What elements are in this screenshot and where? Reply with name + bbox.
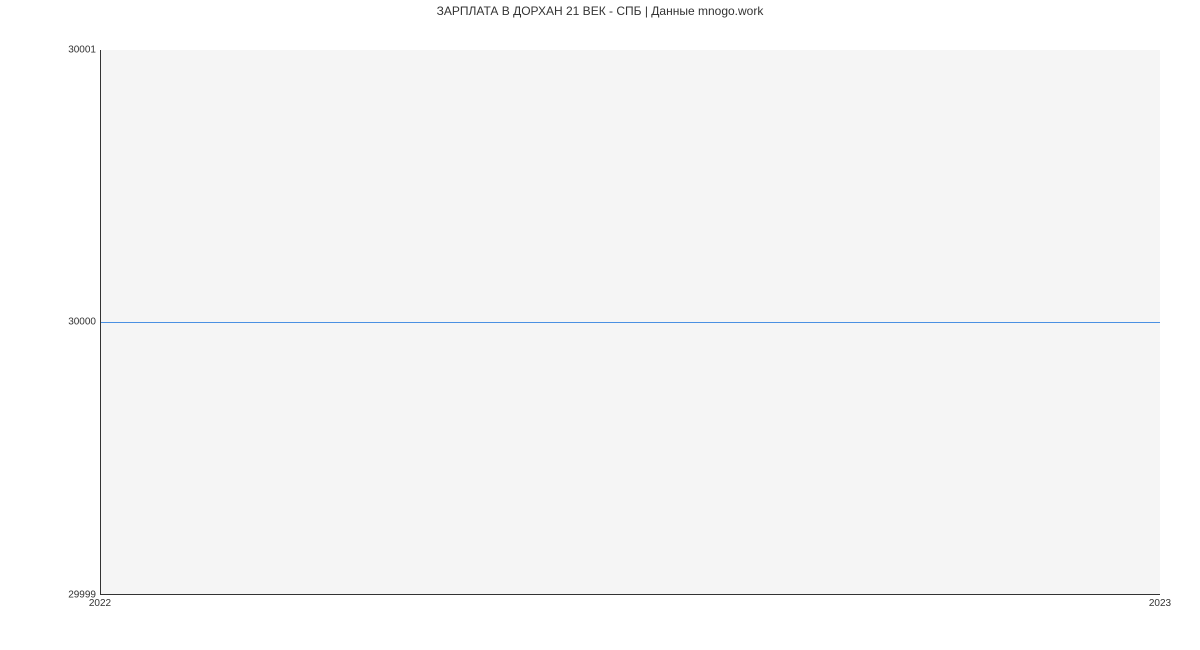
data-line [101, 322, 1160, 323]
plot-area [100, 50, 1160, 595]
y-tick-label: 30001 [6, 45, 96, 56]
x-tick-label: 2022 [89, 598, 111, 609]
chart-title: ЗАРПЛАТА В ДОРХАН 21 ВЕК - СПБ | Данные … [0, 4, 1200, 18]
x-tick-label: 2023 [1149, 598, 1171, 609]
y-tick-label: 29999 [6, 590, 96, 601]
y-tick-label: 30000 [6, 317, 96, 328]
chart-container: ЗАРПЛАТА В ДОРХАН 21 ВЕК - СПБ | Данные … [0, 0, 1200, 650]
